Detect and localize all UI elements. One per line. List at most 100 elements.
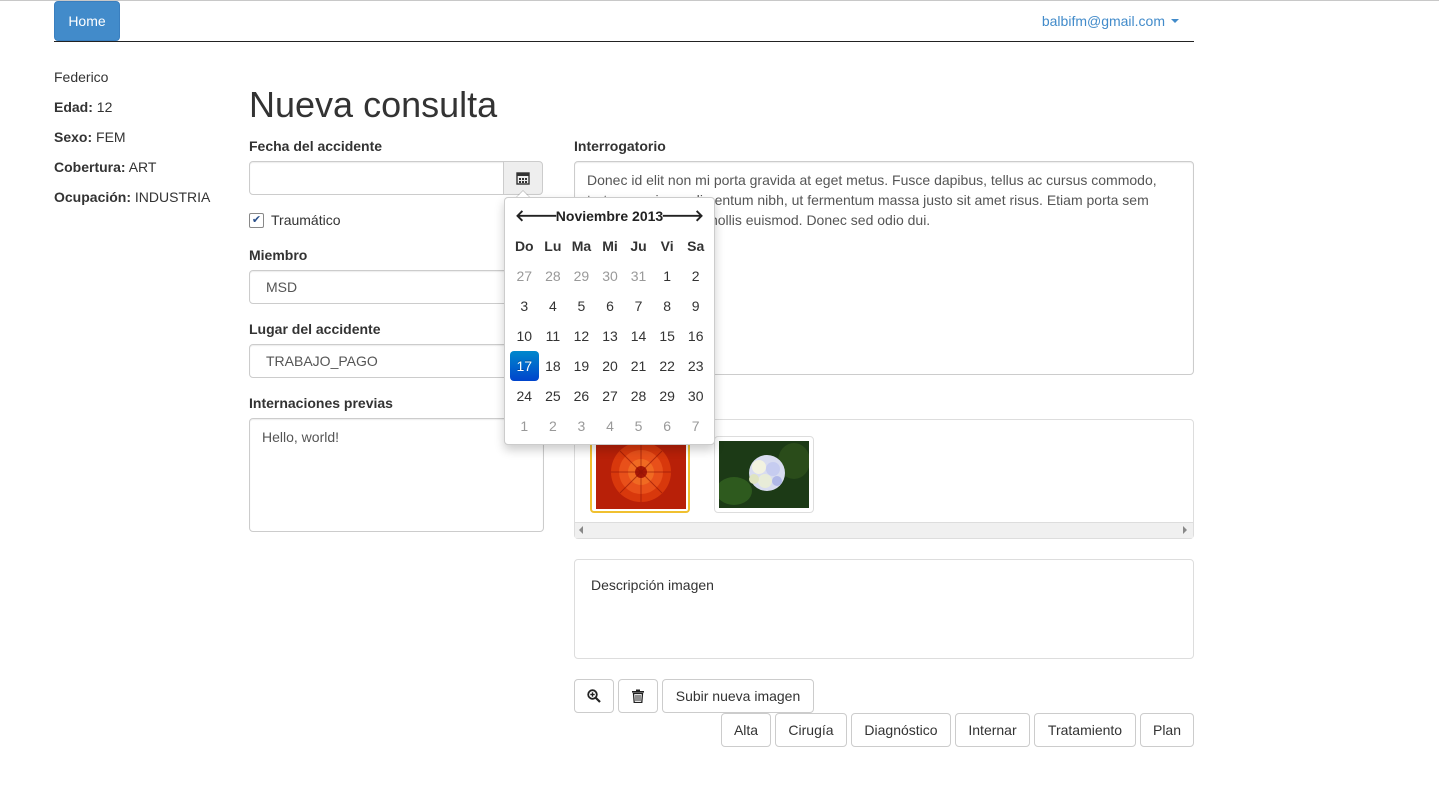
calendar-day[interactable]: 3 — [567, 411, 596, 441]
calendar-day[interactable]: 11 — [539, 321, 568, 351]
calendar-day[interactable]: 7 — [624, 291, 653, 321]
accident-place-select[interactable]: TRABAJO_PAGO — [249, 344, 544, 378]
calendar-day[interactable]: 15 — [653, 321, 682, 351]
weekday-header: Mi — [602, 238, 618, 254]
sex-value: FEM — [96, 129, 126, 145]
calendar-day[interactable]: 4 — [539, 291, 568, 321]
patient-age: Edad: 12 — [54, 97, 112, 117]
traumatic-label: Traumático — [271, 212, 341, 228]
accident-date-input[interactable] — [249, 161, 505, 195]
user-email: balbifm@gmail.com — [1041, 13, 1165, 29]
calendar-day[interactable]: 5 — [567, 291, 596, 321]
prev-internments-textarea[interactable]: Hello, world! — [249, 418, 544, 532]
occupation-label: Ocupación: — [54, 189, 132, 205]
calendar-day[interactable]: 26 — [567, 381, 596, 411]
calendar-day[interactable]: 5 — [624, 411, 653, 441]
delete-image-button[interactable] — [618, 679, 658, 713]
calendar-day[interactable]: 7 — [681, 411, 710, 441]
upload-image-button[interactable]: Subir nueva imagen — [662, 679, 814, 713]
calendar-day[interactable]: 1 — [653, 261, 682, 291]
calendar-day[interactable]: 2 — [539, 411, 568, 441]
calendar-day[interactable]: 12 — [567, 321, 596, 351]
member-label: Miembro — [249, 247, 308, 263]
prev-internments-value: Hello, world! — [262, 429, 340, 445]
calendar-day[interactable]: 31 — [624, 261, 653, 291]
gallery-thumb-2[interactable] — [714, 436, 814, 513]
calendar-day[interactable]: 13 — [596, 321, 625, 351]
calendar-day[interactable]: 20 — [596, 351, 625, 381]
image-description-box[interactable]: Descripción imagen — [574, 559, 1194, 659]
scroll-left-icon[interactable] — [579, 526, 583, 534]
trash-icon — [632, 689, 644, 703]
weekday-header: Ma — [571, 238, 592, 254]
calendar-day[interactable]: 22 — [653, 351, 682, 381]
internar-button[interactable]: Internar — [955, 713, 1030, 747]
calendar-day[interactable]: 25 — [539, 381, 568, 411]
calendar-day[interactable]: 2 — [681, 261, 710, 291]
red-flower-image — [596, 442, 686, 509]
gallery-horizontal-scrollbar[interactable] — [575, 522, 1193, 538]
member-select[interactable]: MSD — [249, 270, 544, 304]
calendar-day[interactable]: 18 — [539, 351, 568, 381]
calendar-day[interactable]: 21 — [624, 351, 653, 381]
alta-button[interactable]: Alta — [721, 713, 771, 747]
calendar-day[interactable]: 29 — [653, 381, 682, 411]
calendar-day[interactable]: 6 — [596, 291, 625, 321]
home-nav-button[interactable]: Home — [54, 1, 120, 41]
coverage-label: Cobertura: — [54, 159, 126, 175]
accident-place-label: Lugar del accidente — [249, 321, 381, 337]
calendar-day[interactable]: 28 — [624, 381, 653, 411]
calendar-day[interactable]: 24 — [510, 381, 539, 411]
calendar-day[interactable]: 27 — [596, 381, 625, 411]
interrogation-label: Interrogatorio — [574, 138, 666, 154]
zoom-image-button[interactable] — [574, 679, 614, 713]
tratamiento-button[interactable]: Tratamiento — [1034, 713, 1136, 747]
next-month-arrow-icon[interactable]: 🡒 — [661, 205, 704, 226]
patient-sex: Sexo: FEM — [54, 127, 126, 147]
calendar-icon — [516, 172, 530, 185]
gallery-thumb-1[interactable] — [590, 436, 690, 513]
calendar-day[interactable]: 28 — [539, 261, 568, 291]
datepicker-grid: Do Lu Ma Mi Ju Vi Sa 27 28 29 30 31 1 2 3 4 5 6 7 8 9 10 11 12 1… — [510, 231, 710, 441]
calendar-day[interactable]: 30 — [596, 261, 625, 291]
calendar-day[interactable]: 16 — [681, 321, 710, 351]
calendar-day[interactable]: 23 — [681, 351, 710, 381]
calendar-day[interactable]: 1 — [510, 411, 539, 441]
calendar-day[interactable]: 29 — [567, 261, 596, 291]
scroll-right-icon[interactable] — [1183, 526, 1187, 534]
age-label: Edad: — [54, 99, 93, 115]
calendar-day[interactable]: 27 — [510, 261, 539, 291]
hydrangea-image — [716, 441, 810, 508]
calendar-day[interactable]: 3 — [510, 291, 539, 321]
datepicker-header: 🡐 Noviembre 2013 🡒 — [504, 205, 715, 227]
accident-place-value: TRABAJO_PAGO — [266, 353, 378, 369]
weekday-header: Vi — [660, 238, 674, 254]
occupation-value: INDUSTRIA — [134, 189, 211, 205]
traumatic-checkbox-row[interactable]: ✔ Traumático — [249, 212, 341, 228]
calendar-day[interactable]: 6 — [653, 411, 682, 441]
plan-button[interactable]: Plan — [1140, 713, 1194, 747]
cirugia-button[interactable]: Cirugía — [775, 713, 847, 747]
image-description-text: Descripción imagen — [591, 577, 714, 593]
calendar-day[interactable]: 14 — [624, 321, 653, 351]
calendar-day[interactable]: 9 — [681, 291, 710, 321]
patient-occupation: Ocupación: INDUSTRIA — [54, 187, 210, 207]
page-title: Nueva consulta — [249, 84, 498, 125]
calendar-day[interactable]: 30 — [681, 381, 710, 411]
patient-coverage: Cobertura: ART — [54, 157, 156, 177]
age-value: 12 — [96, 99, 113, 115]
calendar-day[interactable]: 8 — [653, 291, 682, 321]
user-menu-dropdown[interactable]: balbifm@gmail.com — [1042, 13, 1179, 29]
zoom-in-icon — [587, 689, 601, 703]
diagnostico-button[interactable]: Diagnóstico — [851, 713, 951, 747]
calendar-day[interactable]: 10 — [510, 321, 539, 351]
traumatic-checkbox[interactable]: ✔ — [249, 212, 264, 228]
patient-name: Federico — [54, 69, 109, 85]
calendar-day[interactable]: 17 — [510, 351, 539, 381]
caret-down-icon — [1171, 19, 1179, 23]
weekday-header: Lu — [544, 238, 562, 254]
sex-label: Sexo: — [54, 129, 93, 145]
calendar-day[interactable]: 19 — [567, 351, 596, 381]
calendar-day[interactable]: 4 — [596, 411, 625, 441]
member-value: MSD — [266, 279, 298, 295]
